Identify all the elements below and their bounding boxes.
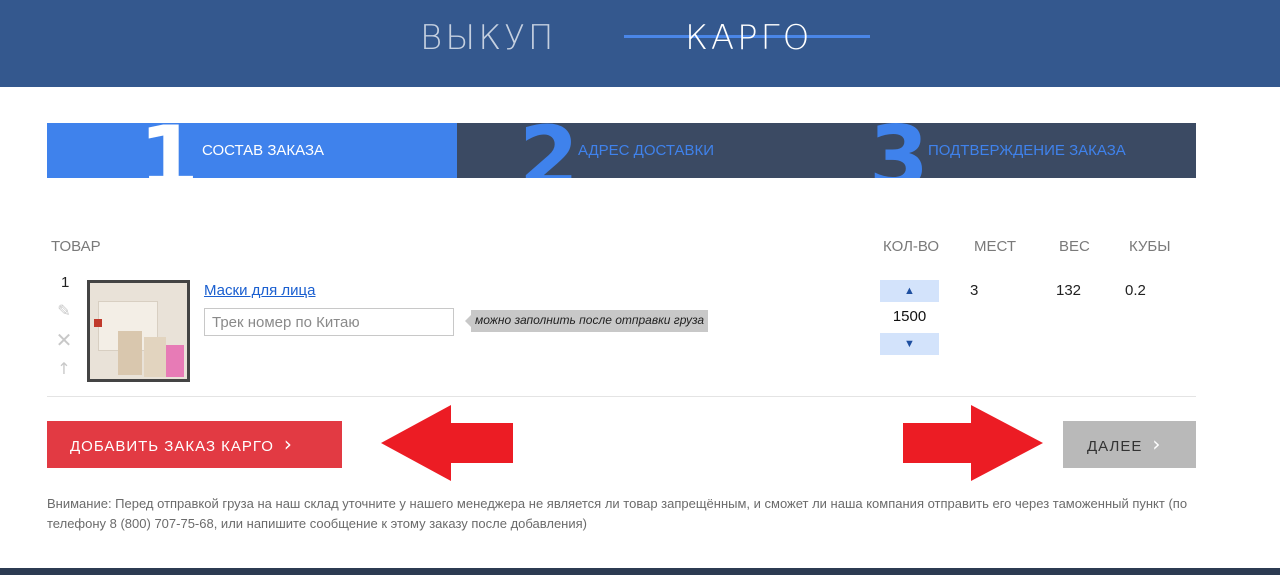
next-button[interactable]: ДАЛЕЕ › xyxy=(1063,421,1196,468)
column-header-volume: КУБЫ xyxy=(1129,238,1171,255)
row-divider xyxy=(47,396,1196,397)
step-3-number: 3 xyxy=(869,123,929,178)
step-1-slant xyxy=(432,123,456,178)
cargo-notice: Внимание: Перед отправкой груза на наш с… xyxy=(47,496,1188,531)
product-name-link[interactable]: Маски для лица xyxy=(204,282,315,299)
column-header-places: МЕСТ xyxy=(974,238,1016,255)
places-value: 3 xyxy=(970,282,979,299)
qty-decrease-button[interactable]: ▼ xyxy=(880,333,939,355)
step-2-number: 2 xyxy=(519,123,579,178)
product-thumbnail[interactable] xyxy=(87,280,190,382)
chevron-right-icon: › xyxy=(1152,432,1162,456)
add-cargo-order-label: ДОБАВИТЬ ЗАКАЗ КАРГО xyxy=(70,438,274,455)
qty-value[interactable]: 1500 xyxy=(880,308,939,325)
track-hint-tooltip: можно заполнить после отправки груза xyxy=(464,310,709,332)
nav-vykup[interactable]: ВЫКУП xyxy=(420,18,556,58)
top-header: ВЫКУП КАРГО xyxy=(0,0,1280,87)
footer-bar xyxy=(0,568,1280,575)
pencil-icon[interactable]: ✎ xyxy=(55,302,73,320)
checkout-steps: 1 СОСТАВ ЗАКАЗА 2 АДРЕС ДОСТАВКИ 3 ПОДТВ… xyxy=(47,123,1196,178)
nav-kargo[interactable]: КАРГО xyxy=(685,18,812,58)
row-index: 1 xyxy=(61,274,70,291)
close-icon[interactable]: ✕ xyxy=(55,330,73,350)
step-1-label[interactable]: СОСТАВ ЗАКАЗА xyxy=(202,142,324,159)
track-number-input[interactable] xyxy=(204,308,454,336)
weight-value: 132 xyxy=(1056,282,1082,299)
column-header-qty: КОЛ-ВО xyxy=(883,238,940,255)
annotation-arrow-right xyxy=(903,405,1043,481)
next-button-label: ДАЛЕЕ xyxy=(1087,438,1143,455)
step-2-label[interactable]: АДРЕС ДОСТАВКИ xyxy=(578,142,714,159)
qty-increase-button[interactable]: ▲ xyxy=(880,280,939,302)
column-header-product: ТОВАР xyxy=(51,238,101,255)
add-cargo-order-button[interactable]: ДОБАВИТЬ ЗАКАЗ КАРГО › xyxy=(47,421,342,468)
annotation-arrow-left xyxy=(381,405,513,481)
volume-value: 0.2 xyxy=(1125,282,1146,299)
step-1-number: 1 xyxy=(139,123,199,178)
chevron-right-icon: › xyxy=(283,432,293,456)
step-3-label[interactable]: ПОДТВЕРЖДЕНИЕ ЗАКАЗА xyxy=(928,142,1126,159)
arrow-up-icon[interactable]: ↑ xyxy=(55,360,73,378)
column-header-weight: ВЕС xyxy=(1059,238,1090,255)
